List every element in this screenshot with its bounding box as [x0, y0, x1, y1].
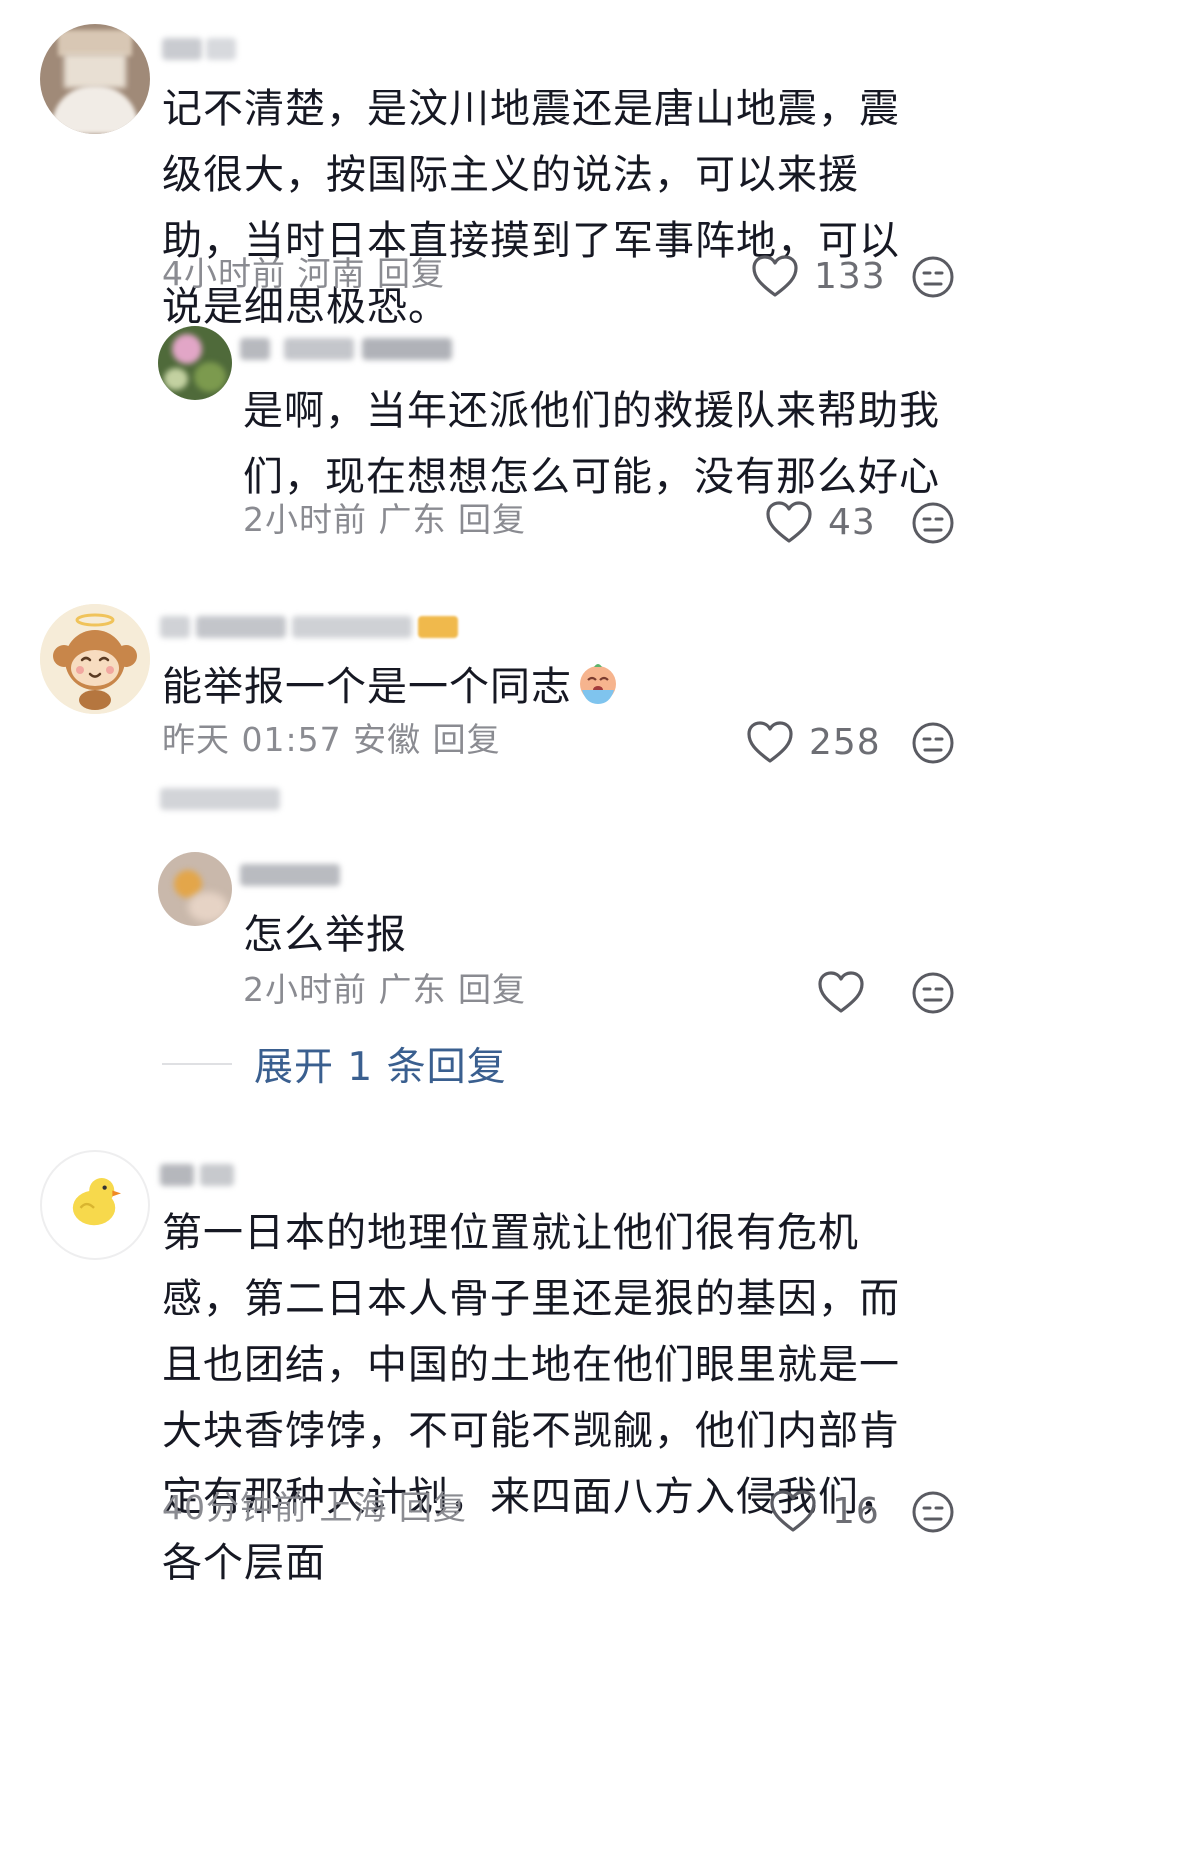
meh-face-icon[interactable] [910, 254, 956, 300]
avatar[interactable] [40, 604, 150, 714]
like-button[interactable]: 16 [768, 1488, 880, 1534]
reply-meta: 2小时前 广东 回复 [243, 500, 526, 539]
divider [162, 1063, 232, 1065]
heart-outline-icon [818, 971, 864, 1013]
duck-avatar-icon [72, 1178, 122, 1226]
like-count: 43 [828, 501, 876, 543]
meh-face-icon[interactable] [910, 1489, 956, 1535]
avatar[interactable] [40, 1150, 150, 1260]
avatar[interactable] [158, 326, 232, 400]
comment-meta: 4小时前 河南 回复 [162, 254, 445, 293]
comment-text-content: 能举报一个是一个同志 [162, 664, 572, 710]
username-blurred[interactable] [160, 1156, 250, 1196]
reply-text: 怎么举报 [243, 912, 407, 958]
username-blurred[interactable] [240, 330, 470, 370]
reply-text: 是啊，当年还派他们的救援队来帮助我们，现在想想怎么可能，没有那么好心 [243, 388, 940, 500]
blurred-overlay [160, 780, 300, 820]
comment-meta: 40分钟前 上海 回复 [162, 1488, 467, 1527]
username-blurred[interactable] [162, 30, 252, 70]
heart-outline-icon [752, 255, 798, 297]
like-count: 258 [809, 721, 881, 763]
comment-meta: 昨天 01:57 安徽 回复 [162, 720, 501, 759]
heart-outline-icon [766, 501, 812, 543]
like-button[interactable]: 43 [764, 499, 876, 545]
meh-face-icon[interactable] [910, 720, 956, 766]
like-button[interactable] [816, 969, 880, 1015]
like-button[interactable]: 258 [745, 719, 881, 765]
like-count: 16 [832, 1490, 880, 1532]
comment-text: 第一日本的地理位置就让他们很有危机感，第二日本人骨子里还是狠的基因，而且也团结，… [162, 1210, 900, 1586]
username-blurred[interactable] [240, 856, 360, 896]
expand-replies-label: 展开 1 条回复 [254, 1045, 507, 1090]
heart-outline-icon [770, 1490, 816, 1532]
comment-text: 记不清楚，是汶川地震还是唐山地震，震级很大，按国际主义的说法，可以来援助，当时日… [162, 86, 900, 330]
meh-face-icon[interactable] [910, 970, 956, 1016]
reply-meta: 2小时前 广东 回复 [243, 970, 526, 1009]
meh-face-icon[interactable] [910, 500, 956, 546]
username-blurred[interactable] [160, 608, 470, 648]
heart-outline-icon [747, 721, 793, 763]
avatar[interactable] [40, 24, 150, 134]
avatar[interactable] [158, 852, 232, 926]
like-button[interactable]: 133 [750, 253, 886, 299]
expand-replies-button[interactable]: 展开 1 条回复 [162, 1036, 507, 1092]
monkey-avatar-icon [40, 604, 150, 714]
like-count: 133 [814, 255, 886, 297]
crying-face-emoji-icon [580, 664, 616, 704]
comment-text: 能举报一个是一个同志 [162, 654, 932, 720]
